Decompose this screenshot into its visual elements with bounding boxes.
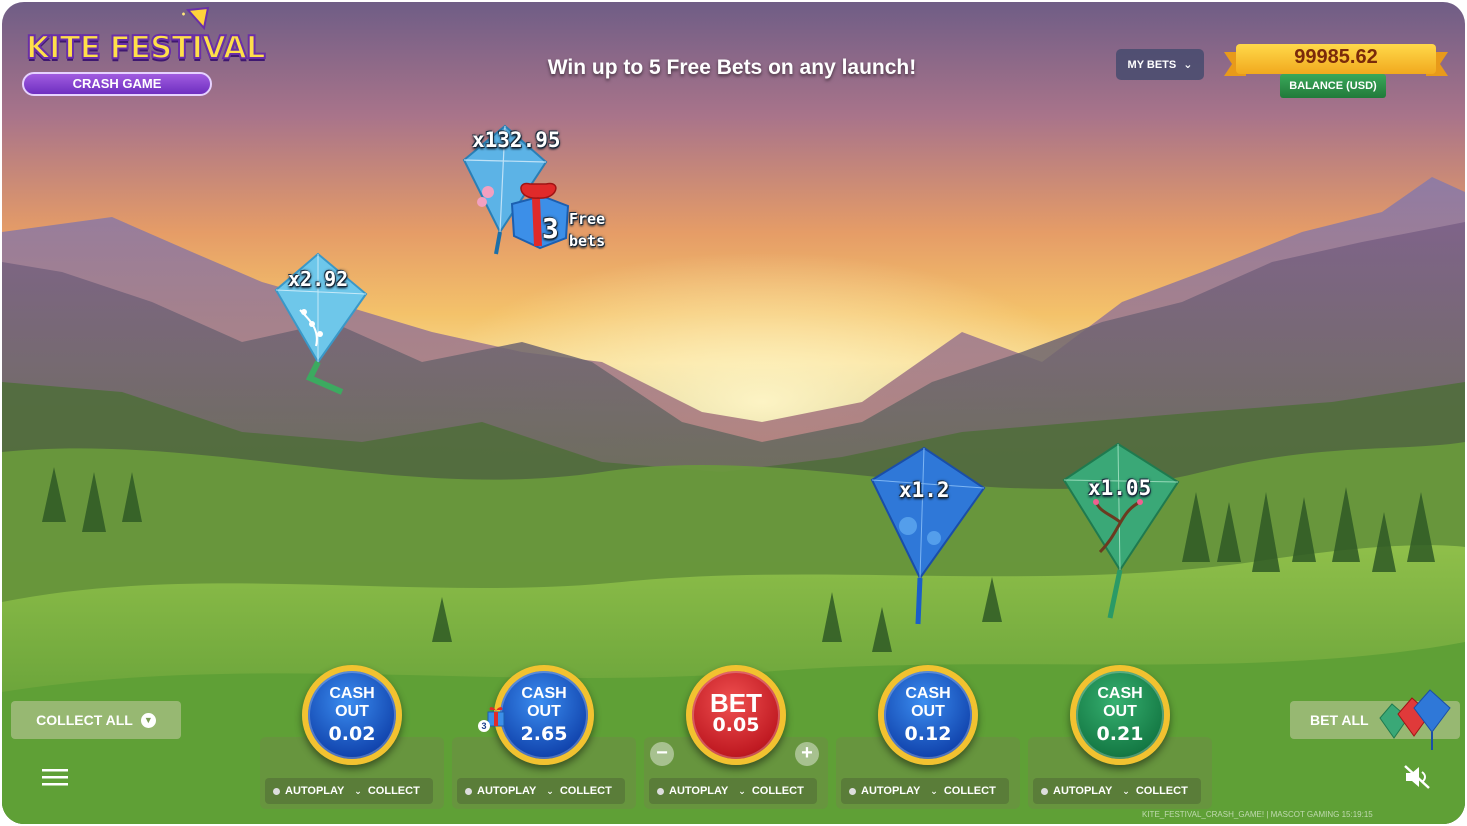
- collect-dropdown[interactable]: ⌄ COLLECT: [728, 785, 804, 797]
- collect-label: COLLECT: [367, 785, 420, 797]
- slot-1-value: 0.02: [328, 723, 376, 745]
- gift-box-icon: [510, 182, 570, 250]
- slot-5-value: 0.21: [1096, 723, 1144, 745]
- kite-3: [870, 446, 986, 625]
- slot-5-label: CASH: [1097, 685, 1143, 702]
- toggle-dot-icon: [657, 787, 664, 795]
- slot-4-label-2: OUT: [911, 703, 945, 720]
- logo-kite-icon: [182, 6, 210, 31]
- kite-4-multiplier: x1.05: [1088, 476, 1152, 500]
- increase-bet-button[interactable]: +: [795, 742, 819, 766]
- collect-dropdown[interactable]: ⌄ COLLECT: [344, 785, 420, 797]
- toggle-dot-icon: [1041, 787, 1048, 795]
- logo-subtitle: CRASH GAME: [22, 72, 212, 96]
- gift-count: 3: [542, 212, 559, 245]
- cash-out-button-1[interactable]: CASH OUT 0.02: [302, 665, 402, 765]
- free-bet-count-badge: 3: [478, 720, 490, 732]
- my-bets-label: MY BETS: [1127, 58, 1177, 71]
- slot-2-label-2: OUT: [527, 703, 561, 720]
- autoplay-toggle[interactable]: AUTOPLAY: [841, 785, 920, 797]
- cash-out-button-2[interactable]: CASH OUT 2.65: [494, 665, 594, 765]
- autoplay-toggle[interactable]: AUTOPLAY: [265, 785, 344, 797]
- menu-icon[interactable]: [42, 767, 68, 787]
- collect-all-button[interactable]: COLLECT ALL ▼: [11, 701, 181, 739]
- autoplay-label: AUTOPLAY: [1053, 785, 1113, 797]
- balance-label: BALANCE (USD): [1280, 74, 1386, 98]
- slot-2-label: CASH: [521, 685, 567, 702]
- kites-cluster-icon: [1379, 689, 1451, 750]
- chevron-down-icon: ⌄: [738, 785, 746, 796]
- toggle-dot-icon: [273, 787, 280, 795]
- autoplay-label: AUTOPLAY: [477, 785, 537, 797]
- autoplay-toggle[interactable]: AUTOPLAY: [1033, 785, 1112, 797]
- collect-dropdown[interactable]: ⌄ COLLECT: [536, 785, 612, 797]
- chevron-down-icon: ⌄: [1183, 59, 1193, 71]
- balance-display: 99985.62 BALANCE (USD): [1224, 40, 1448, 104]
- collect-label: COLLECT: [943, 785, 996, 797]
- cash-out-button-4[interactable]: CASH OUT 0.12: [878, 665, 978, 765]
- cash-out-button-5[interactable]: CASH OUT 0.21: [1070, 665, 1170, 765]
- slot-4-label: CASH: [905, 685, 951, 702]
- kite-4: [1062, 442, 1180, 619]
- slot-1-label: CASH: [329, 685, 375, 702]
- slot-4-options: AUTOPLAY ⌄ COLLECT: [841, 778, 1009, 804]
- balance-value: 99985.62: [1294, 46, 1378, 68]
- collect-all-label: COLLECT ALL: [36, 712, 133, 728]
- toggle-dot-icon: [465, 787, 472, 795]
- slot-3-value: 0.05: [712, 714, 760, 736]
- collect-dropdown[interactable]: ⌄ COLLECT: [920, 785, 996, 797]
- my-bets-button[interactable]: MY BETS ⌄: [1116, 49, 1204, 80]
- slot-3-options: AUTOPLAY ⌄ COLLECT: [649, 778, 817, 804]
- kite-2-multiplier: x2.92: [288, 267, 349, 291]
- game-logo: KITE FESTIVAL CRASH GAME: [18, 6, 267, 102]
- collect-label: COLLECT: [751, 785, 804, 797]
- autoplay-label: AUTOPLAY: [669, 785, 729, 797]
- game-stage: KITE FESTIVAL CRASH GAME Win up to 5 Fre…: [2, 2, 1465, 824]
- promo-banner: Win up to 5 Free Bets on any launch!: [547, 56, 917, 79]
- chevron-down-circle-icon: ▼: [140, 712, 156, 728]
- chevron-down-icon: ⌄: [546, 785, 554, 796]
- bet-all-label: BET ALL: [1310, 712, 1369, 728]
- footer-text: KITE_FESTIVAL_CRASH_GAME! | MASCOT GAMIN…: [1142, 810, 1373, 819]
- slot-3-label: BET: [710, 688, 762, 718]
- slot-4-value: 0.12: [904, 723, 952, 745]
- logo-title: KITE FESTIVAL: [25, 29, 267, 67]
- kite-3-multiplier: x1.2: [899, 478, 950, 502]
- toggle-dot-icon: [849, 787, 856, 795]
- autoplay-label: AUTOPLAY: [861, 785, 921, 797]
- autoplay-label: AUTOPLAY: [285, 785, 345, 797]
- slot-2-value: 2.65: [520, 723, 568, 745]
- slot-1-label-2: OUT: [335, 703, 369, 720]
- kite-1-multiplier: x132.95: [472, 128, 561, 152]
- gift-text-bets: bets: [569, 232, 606, 250]
- gift-text-free: Free: [569, 210, 606, 228]
- decrease-bet-button[interactable]: −: [650, 742, 674, 766]
- chevron-down-icon: ⌄: [354, 785, 362, 796]
- slot-1-options: AUTOPLAY ⌄ COLLECT: [265, 778, 433, 804]
- chevron-down-icon: ⌄: [1122, 785, 1130, 796]
- collect-label: COLLECT: [559, 785, 612, 797]
- slot-5-label-2: OUT: [1103, 703, 1137, 720]
- chevron-down-icon: ⌄: [930, 785, 938, 796]
- sound-muted-icon[interactable]: [1402, 764, 1432, 790]
- autoplay-toggle[interactable]: AUTOPLAY: [649, 785, 728, 797]
- slot-2-options: AUTOPLAY ⌄ COLLECT: [457, 778, 625, 804]
- collect-dropdown[interactable]: ⌄ COLLECT: [1112, 785, 1188, 797]
- autoplay-toggle[interactable]: AUTOPLAY: [457, 785, 536, 797]
- collect-label: COLLECT: [1135, 785, 1188, 797]
- bet-button[interactable]: BET 0.05: [686, 665, 786, 765]
- slot-5-options: AUTOPLAY ⌄ COLLECT: [1033, 778, 1201, 804]
